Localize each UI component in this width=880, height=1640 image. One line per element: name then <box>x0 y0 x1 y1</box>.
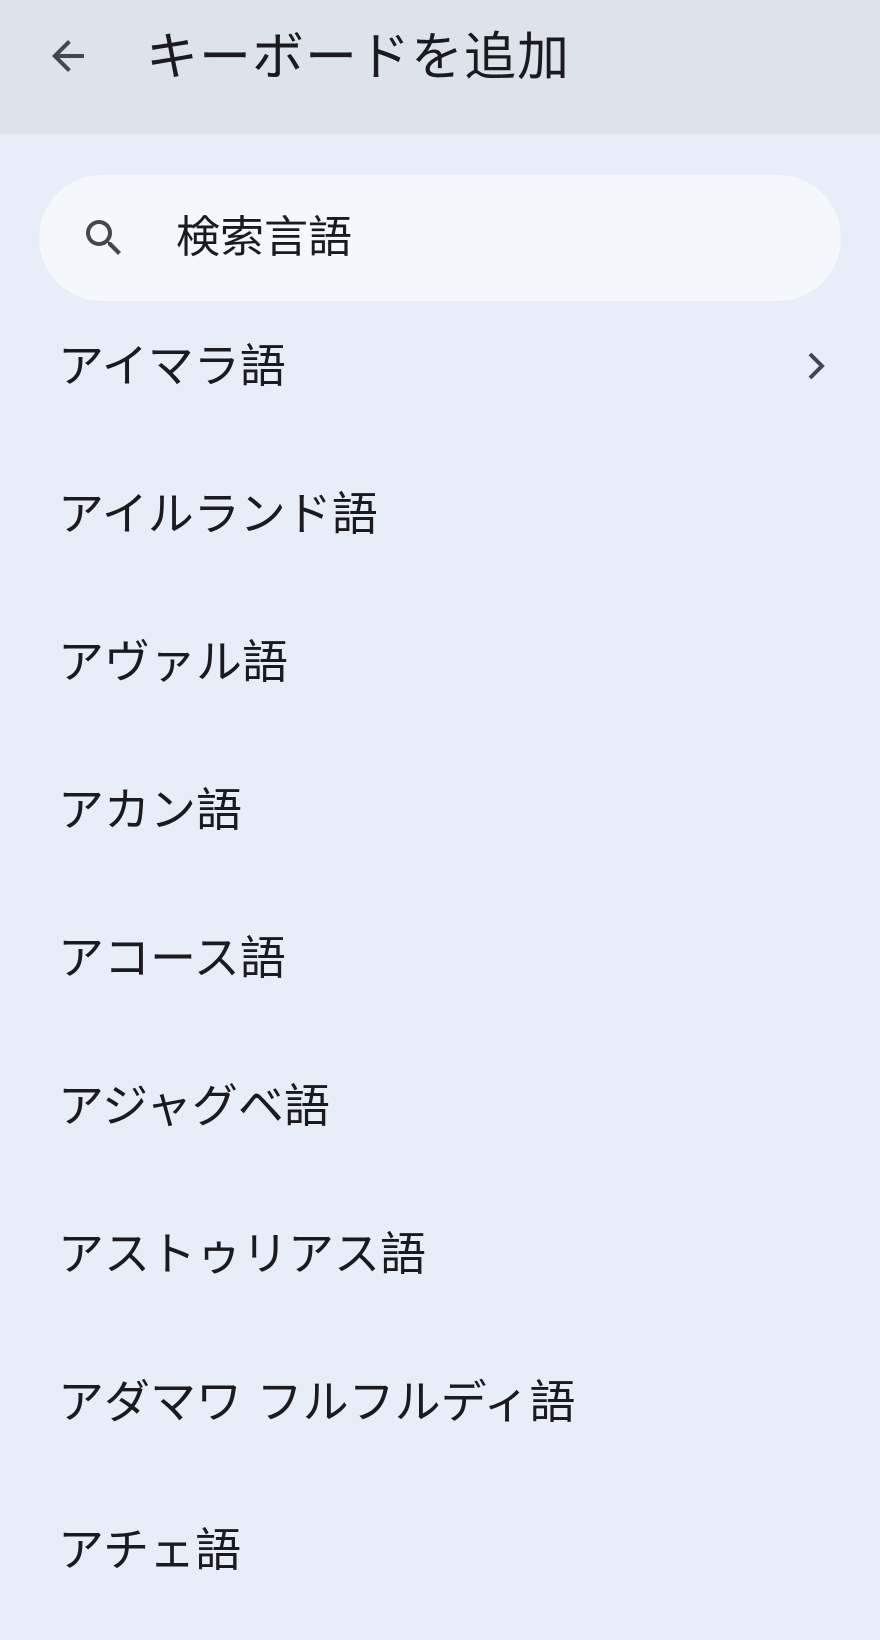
language-label: アヴァル語 <box>58 635 288 689</box>
search-bar[interactable] <box>39 175 841 301</box>
language-item-asturian[interactable]: アストゥリアス語 <box>0 1184 880 1332</box>
language-label: アコース語 <box>58 931 286 985</box>
language-label: アイマラ語 <box>58 339 286 393</box>
language-item-ajagbe[interactable]: アジャグベ語 <box>0 1036 880 1184</box>
language-item-avar[interactable]: アヴァル語 <box>0 592 880 740</box>
language-item-acehnese[interactable]: アチェ語 <box>0 1480 880 1628</box>
back-button[interactable] <box>34 24 102 92</box>
language-item-adamawa-fulfulde[interactable]: アダマワ フルフルディ語 <box>0 1332 880 1480</box>
language-item-irish[interactable]: アイルランド語 <box>0 444 880 592</box>
chevron-right-icon <box>790 342 838 390</box>
search-input[interactable]: 検索言語 <box>176 208 352 268</box>
language-label: アストゥリアス語 <box>58 1227 426 1281</box>
language-label: アジャグベ語 <box>58 1079 330 1133</box>
language-label: アイルランド語 <box>58 487 378 541</box>
language-label: アダマワ フルフルディ語 <box>58 1375 576 1429</box>
language-label: アチェ語 <box>58 1523 242 1577</box>
page-title: キーボードを追加 <box>146 28 571 88</box>
language-item-acholi[interactable]: アコース語 <box>0 888 880 1036</box>
language-label: アカン語 <box>58 783 242 837</box>
app-bar: キーボードを追加 <box>0 0 880 134</box>
language-list: アイマラ語 アイルランド語 アヴァル語 アカン語 アコース語 アジャグベ語 アス… <box>0 296 880 1628</box>
search-icon <box>80 214 128 262</box>
arrow-back-icon <box>44 32 92 84</box>
language-item-aymara[interactable]: アイマラ語 <box>0 296 880 444</box>
language-item-akan[interactable]: アカン語 <box>0 740 880 888</box>
